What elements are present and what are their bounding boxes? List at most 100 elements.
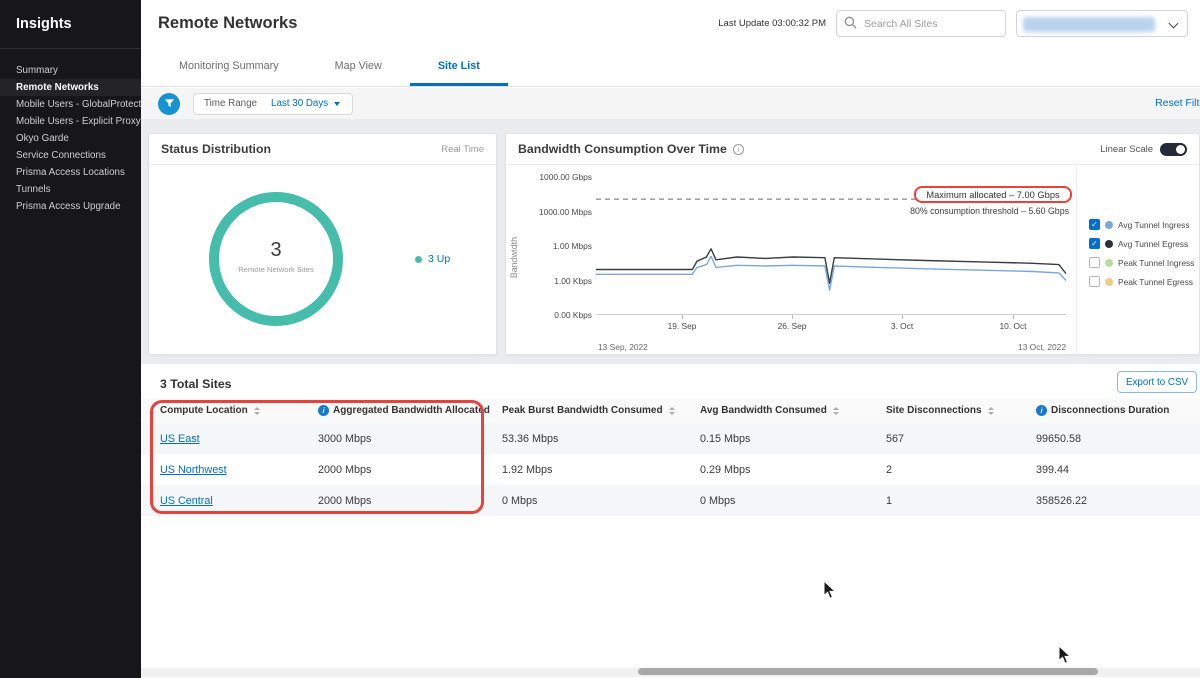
search-input[interactable]	[836, 10, 1006, 37]
site-link-us-central[interactable]: US Central	[160, 495, 213, 507]
sort-icon[interactable]	[833, 407, 839, 415]
view-tabs: Monitoring Summary Map View Site List	[141, 47, 1200, 87]
series-color-dot	[1105, 221, 1113, 229]
sidebar-item-prisma-access-locations[interactable]: Prisma Access Locations	[0, 164, 141, 181]
tab-map-view[interactable]: Map View	[307, 47, 410, 86]
legend-label: Peak Tunnel Egress	[1118, 277, 1193, 287]
filter-bar: Time Range Last 30 Days Reset Filters	[141, 88, 1200, 119]
chevron-down-icon	[1169, 19, 1179, 29]
checkbox-icon[interactable]: ✓	[1089, 238, 1100, 249]
col-aggregated-bandwidth-allocated[interactable]: i Aggregated Bandwidth Allocated	[318, 405, 502, 416]
status-legend-up[interactable]: 3 Up	[415, 253, 450, 265]
checkbox-icon[interactable]: ✓	[1089, 219, 1100, 230]
site-list-section: 3 Total Sites Export to CSV Compute Loca…	[141, 364, 1200, 678]
tab-site-list[interactable]: Site List	[410, 47, 508, 86]
tenant-dropdown[interactable]	[1016, 10, 1188, 37]
cell-avg-bandwidth: 0.29 Mbps	[700, 464, 886, 476]
last-update-text: Last Update 03:00:32 PM	[718, 18, 826, 29]
sidebar-item-mobile-users-globalprotect[interactable]: Mobile Users - GlobalProtect	[0, 96, 141, 113]
legend-peak-tunnel-ingress[interactable]: Peak Tunnel Ingress	[1089, 257, 1194, 268]
main-area: Remote Networks Last Update 03:00:32 PM	[141, 0, 1200, 678]
legend-label: Peak Tunnel Ingress	[1118, 258, 1194, 268]
annotation-highlight-max-allocated: Maximum allocated – 7.00 Gbps	[914, 186, 1072, 203]
tab-monitoring-summary[interactable]: Monitoring Summary	[151, 47, 307, 86]
legend-avg-tunnel-ingress[interactable]: ✓ Avg Tunnel Ingress	[1089, 219, 1190, 230]
sidebar-item-tunnels[interactable]: Tunnels	[0, 181, 141, 198]
status-card-title: Status Distribution	[161, 142, 271, 156]
sidebar: Insights Summary Remote Networks Mobile …	[0, 0, 141, 678]
y-tick: 0.00 Kbps	[520, 310, 592, 320]
y-tick: 1.00 Mbps	[520, 241, 592, 251]
site-search	[836, 10, 1006, 37]
col-disconnections-duration[interactable]: i Disconnections Duration	[1036, 405, 1200, 416]
sidebar-item-okyo-garde[interactable]: Okyo Garde	[0, 130, 141, 147]
page-header: Remote Networks Last Update 03:00:32 PM	[141, 0, 1200, 47]
reset-filters-link[interactable]: Reset Filters	[1155, 97, 1200, 109]
time-range-control: Time Range Last 30 Days	[193, 93, 353, 115]
horizontal-scrollbar-track[interactable]	[141, 668, 1200, 677]
x-tick: 10. Oct	[991, 321, 1035, 331]
status-distribution-card: Status Distribution Real Time 3 Remote N…	[148, 133, 497, 355]
cell-disconnections: 1	[886, 495, 1036, 507]
cell-bandwidth-allocated: 3000 Mbps	[318, 433, 502, 445]
sidebar-item-prisma-access-upgrade[interactable]: Prisma Access Upgrade	[0, 198, 141, 215]
info-icon[interactable]: i	[733, 144, 744, 155]
horizontal-scrollbar-thumb[interactable]	[638, 668, 1098, 675]
col-site-disconnections[interactable]: Site Disconnections	[886, 405, 1036, 416]
cell-avg-bandwidth: 0.15 Mbps	[700, 433, 886, 445]
info-icon[interactable]: i	[318, 405, 329, 416]
chevron-down-icon	[334, 102, 340, 106]
search-icon	[844, 16, 857, 29]
time-range-select[interactable]: Last 30 Days	[267, 98, 352, 109]
export-csv-button[interactable]: Export to CSV	[1117, 371, 1197, 393]
table-row: US Central 2000 Mbps 0 Mbps 0 Mbps 1 358…	[141, 485, 1200, 516]
x-tick: 19. Sep	[660, 321, 704, 331]
cell-avg-bandwidth: 0 Mbps	[700, 495, 886, 507]
linear-scale-toggle[interactable]	[1160, 143, 1187, 156]
funnel-icon	[164, 98, 175, 109]
sites-total-count: 3	[206, 239, 346, 262]
threshold-label: 80% consumption threshold – 5.60 Gbps	[836, 206, 1069, 216]
checkbox-icon[interactable]	[1089, 276, 1100, 287]
total-sites-label: 3 Total Sites	[160, 377, 232, 391]
site-link-us-east[interactable]: US East	[160, 433, 200, 445]
cell-disconnections-duration: 99650.58	[1036, 433, 1200, 445]
legend-label: Avg Tunnel Egress	[1118, 239, 1188, 249]
linear-scale-label: Linear Scale	[1100, 144, 1153, 155]
insights-app: Insights Summary Remote Networks Mobile …	[0, 0, 1200, 678]
col-compute-location[interactable]: Compute Location	[160, 405, 318, 416]
chart-start-date: 13 Sep, 2022	[598, 342, 648, 352]
table-row: US Northwest 2000 Mbps 1.92 Mbps 0.29 Mb…	[141, 454, 1200, 485]
cell-disconnections: 2	[886, 464, 1036, 476]
sidebar-item-mobile-users-explicit-proxy[interactable]: Mobile Users - Explicit Proxy	[0, 113, 141, 130]
series-color-dot	[1105, 259, 1113, 267]
bandwidth-card-title: Bandwidth Consumption Over Time	[518, 142, 727, 156]
site-link-us-northwest[interactable]: US Northwest	[160, 464, 227, 476]
sort-icon[interactable]	[988, 407, 994, 415]
sites-table: Compute Location i Aggregated Bandwidth …	[141, 398, 1200, 516]
cell-disconnections: 567	[886, 433, 1036, 445]
info-icon[interactable]: i	[1036, 405, 1047, 416]
sidebar-item-service-connections[interactable]: Service Connections	[0, 147, 141, 164]
cell-disconnections-duration: 399.44	[1036, 464, 1200, 476]
legend-label: Avg Tunnel Ingress	[1118, 220, 1190, 230]
col-avg-bandwidth-consumed[interactable]: Avg Bandwidth Consumed	[700, 405, 886, 416]
y-tick: 1.00 Kbps	[520, 276, 592, 286]
sort-icon[interactable]	[254, 407, 260, 415]
cell-bandwidth-allocated: 2000 Mbps	[318, 464, 502, 476]
sidebar-item-remote-networks[interactable]: Remote Networks	[0, 79, 141, 96]
legend-peak-tunnel-egress[interactable]: Peak Tunnel Egress	[1089, 276, 1193, 287]
sort-icon[interactable]	[669, 407, 675, 415]
series-color-dot	[1105, 278, 1113, 286]
sidebar-item-summary[interactable]: Summary	[0, 62, 141, 79]
checkbox-icon[interactable]	[1089, 257, 1100, 268]
table-header-row: Compute Location i Aggregated Bandwidth …	[141, 398, 1200, 423]
col-peak-burst-bandwidth-consumed[interactable]: Peak Burst Bandwidth Consumed	[502, 405, 700, 416]
max-allocated-label: Maximum allocated – 7.00 Gbps	[926, 190, 1059, 200]
up-status-dot	[415, 256, 422, 263]
time-range-value: Last 30 Days	[271, 98, 328, 109]
legend-avg-tunnel-egress[interactable]: ✓ Avg Tunnel Egress	[1089, 238, 1188, 249]
filter-button[interactable]	[158, 93, 180, 115]
sites-total-label: Remote Network Sites	[206, 265, 346, 274]
series-color-dot	[1105, 240, 1113, 248]
